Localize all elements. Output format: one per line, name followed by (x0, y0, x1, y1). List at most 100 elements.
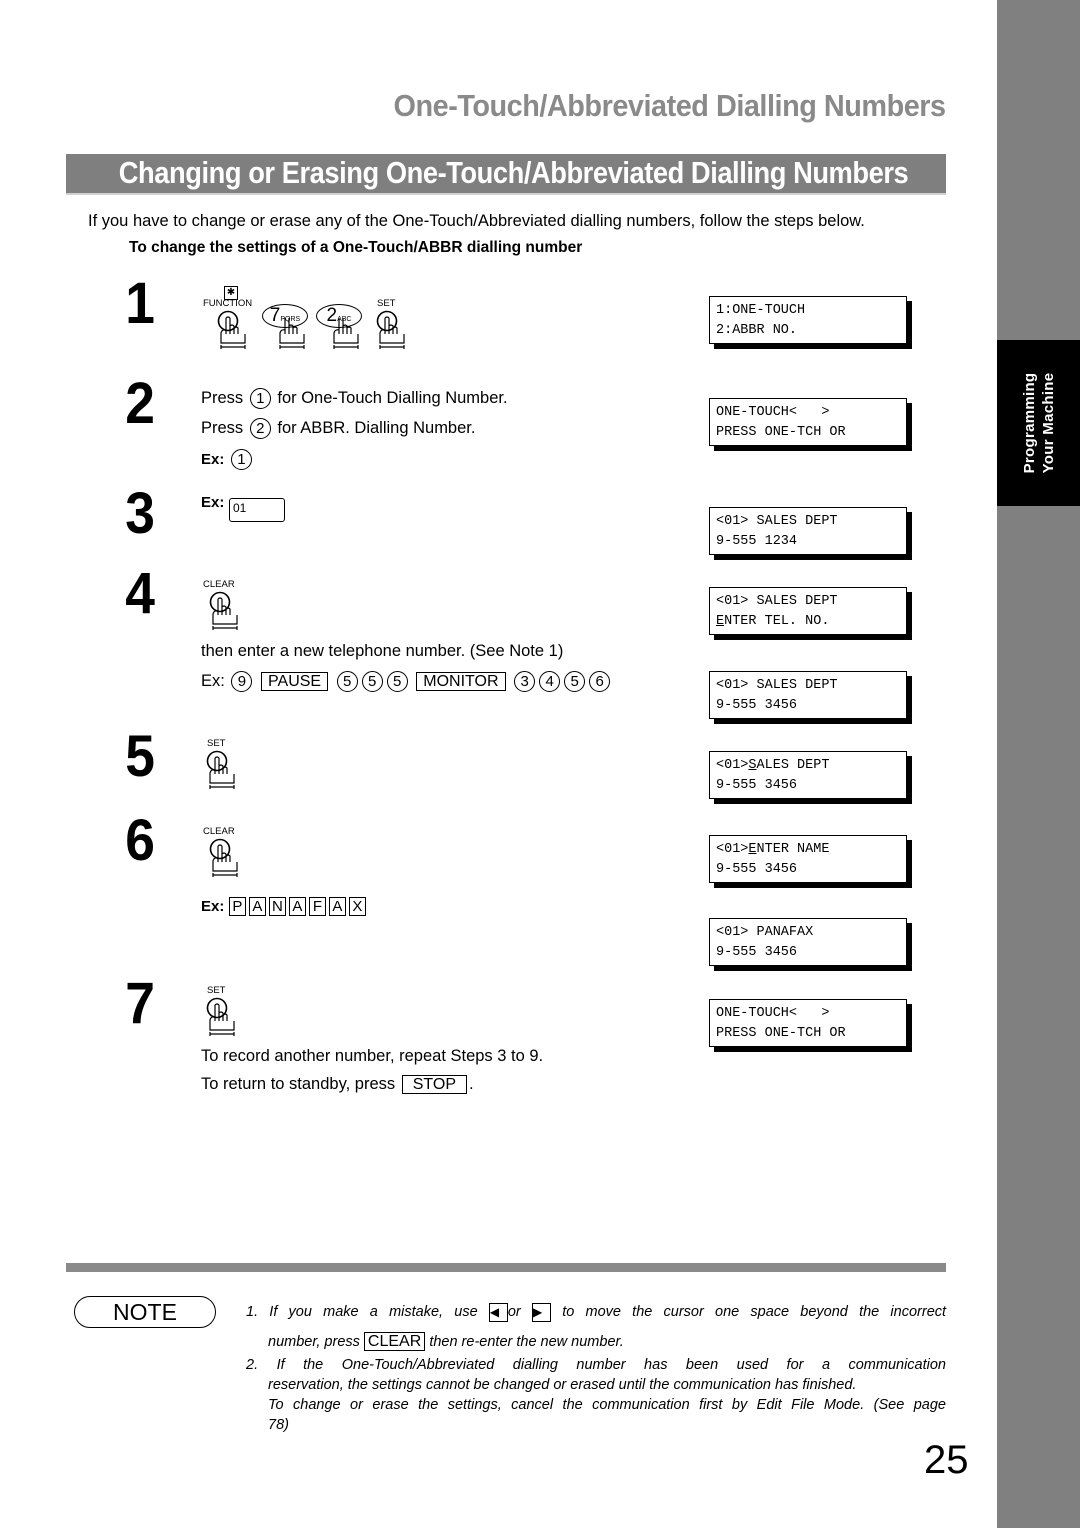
step7-period: . (469, 1075, 474, 1093)
lcd-display-3: <01> SALES DEPT 9-555 1234 (709, 507, 907, 555)
step-number-1: 1 (125, 271, 155, 336)
lcd-line: 9-555 3456 (716, 945, 798, 960)
lcd-line: ONE-TOUCH< > (716, 1006, 830, 1021)
function-key-press-icon[interactable] (213, 310, 253, 356)
lcd-display-5: <01> SALES DEPT 9-555 3456 (709, 671, 907, 719)
step3-example: Ex: 01 (201, 494, 285, 522)
note-text: number, press (268, 1334, 360, 1350)
key-9-circle: 9 (231, 671, 253, 692)
lcd-line: 1:ONE-TOUCH (716, 303, 806, 318)
note-text: then re-enter the new number. (429, 1334, 624, 1350)
lcd-line: 9-555 3456 (716, 862, 798, 877)
step7-standby-text: To return to standby, press STOP. (201, 1075, 474, 1095)
lcd-cursor: S (748, 758, 757, 773)
key-1-circle: 1 (249, 388, 271, 409)
step-number-6: 6 (125, 808, 155, 873)
example-label: Ex: (201, 494, 225, 511)
lcd-line: 2:ABBR NO. (716, 323, 798, 338)
chapter-tab: Programming Your Machine (997, 340, 1080, 506)
lcd-line: <01> SALES DEPT (716, 678, 838, 693)
lcd-line: 9-555 1234 (716, 534, 798, 549)
chapter-tab-line2: Your Machine (1039, 372, 1057, 474)
step-number-7: 7 (125, 971, 155, 1036)
lcd-text: NTER NAME (756, 842, 830, 857)
step7-standby-label: To return to standby, press (201, 1075, 396, 1093)
page-number: 25 (924, 1438, 969, 1482)
monitor-key: MONITOR (416, 672, 506, 691)
step4-instruction: then enter a new telephone number. (See … (201, 642, 564, 660)
set-key-label: SET (207, 738, 226, 749)
lcd-line: <01> PANAFAX (716, 925, 814, 940)
step2-option1-text: for One-Touch Dialling Number. (277, 388, 508, 407)
letter-key: N (268, 897, 286, 917)
example-label: Ex: (201, 450, 225, 468)
lcd-line: <01> SALES DEPT (716, 594, 838, 609)
clear-key: CLEAR (363, 1332, 426, 1351)
example-label: Ex: (201, 898, 225, 915)
letter-key: A (328, 897, 346, 917)
step-number-4: 4 (125, 561, 155, 626)
step2-press-text-2: Press (201, 418, 244, 437)
page-banner: Changing or Erasing One-Touch/Abbreviate… (66, 154, 946, 195)
step-number-3: 3 (125, 481, 155, 546)
procedure-heading: To change the settings of a One-Touch/AB… (129, 239, 583, 256)
lcd-line: ENTER TEL. NO. (716, 612, 906, 632)
left-arrow-key-icon: ◀ (488, 1302, 508, 1322)
step2-option2-text: for ABBR. Dialling Number. (277, 418, 476, 437)
note-text: to move the cursor one space beyond the … (562, 1304, 947, 1320)
right-arrow-key-icon: ▶ (531, 1302, 551, 1322)
lcd-text: <01> (716, 842, 749, 857)
key-5-circle: 5 (361, 671, 383, 692)
intro-text: If you have to change or erase any of th… (88, 212, 865, 230)
lcd-line: 9-555 3456 (716, 778, 798, 793)
letter-key: F (308, 897, 326, 917)
step4-example: Ex: 9 PAUSE 555 MONITOR 3456 (201, 671, 612, 692)
lcd-display-6: <01>SALES DEPT 9-555 3456 (709, 751, 907, 799)
lcd-cursor: E (748, 842, 757, 857)
lcd-line: <01> SALES DEPT (716, 514, 838, 529)
step2-example: Ex: 1 (201, 449, 254, 470)
lcd-line: ONE-TOUCH< > (716, 405, 830, 420)
lcd-line: <01>SALES DEPT (716, 756, 906, 776)
step6-example: Ex: PANAFAX (201, 897, 369, 917)
letter-key: X (348, 897, 366, 917)
note-text: 1. If you make a mistake, use (246, 1304, 478, 1320)
set-key-label: SET (377, 298, 396, 309)
set-key-press-icon[interactable] (202, 997, 242, 1043)
chapter-tab-line1: Programming (1020, 372, 1038, 474)
lcd-line: <01>ENTER NAME (716, 840, 906, 860)
step2-press-text: Press (201, 388, 244, 407)
set-key-press-icon[interactable] (202, 750, 242, 796)
station-number-input: 01 (228, 498, 285, 522)
key-5-circle: 5 (564, 671, 586, 692)
clear-key-label: CLEAR (203, 579, 235, 590)
page-title: Changing or Erasing One-Touch/Abbreviate… (118, 155, 909, 190)
clear-key-press-icon[interactable] (205, 838, 245, 884)
step-number-2: 2 (125, 371, 155, 436)
key-2-press-icon (326, 318, 366, 356)
note-1-line2: number, press CLEAR then re-enter the ne… (268, 1332, 946, 1352)
lcd-cursor: E (716, 614, 725, 629)
pause-key: PAUSE (261, 672, 329, 691)
lcd-text: <01> (716, 758, 749, 773)
lcd-display-7: <01>ENTER NAME 9-555 3456 (709, 835, 907, 883)
key-3-circle: 3 (514, 671, 536, 692)
key-6-circle: 6 (589, 671, 611, 692)
letter-key: A (288, 897, 306, 917)
set-key-press-icon[interactable] (372, 310, 412, 356)
note-divider (66, 1263, 946, 1272)
note-2-line3: To change or erase the settings, cancel … (268, 1397, 946, 1413)
example-key-1: 1 (230, 449, 252, 470)
lcd-display-9: ONE-TOUCH< > PRESS ONE-TCH OR (709, 999, 907, 1047)
step7-repeat-text: To record another number, repeat Steps 3… (201, 1047, 544, 1065)
set-key-label: SET (207, 985, 226, 996)
key-5-circle: 5 (386, 671, 408, 692)
note-2-line4: 78) (268, 1417, 289, 1433)
lcd-line: PRESS ONE-TCH OR (716, 425, 846, 440)
key-5-circle: 5 (336, 671, 358, 692)
key-7-press-icon (272, 318, 312, 356)
clear-key-press-icon[interactable] (205, 591, 245, 637)
side-bar (997, 0, 1080, 1528)
lcd-display-1: 1:ONE-TOUCH 2:ABBR NO. (709, 296, 907, 344)
note-text: or (507, 1304, 521, 1320)
